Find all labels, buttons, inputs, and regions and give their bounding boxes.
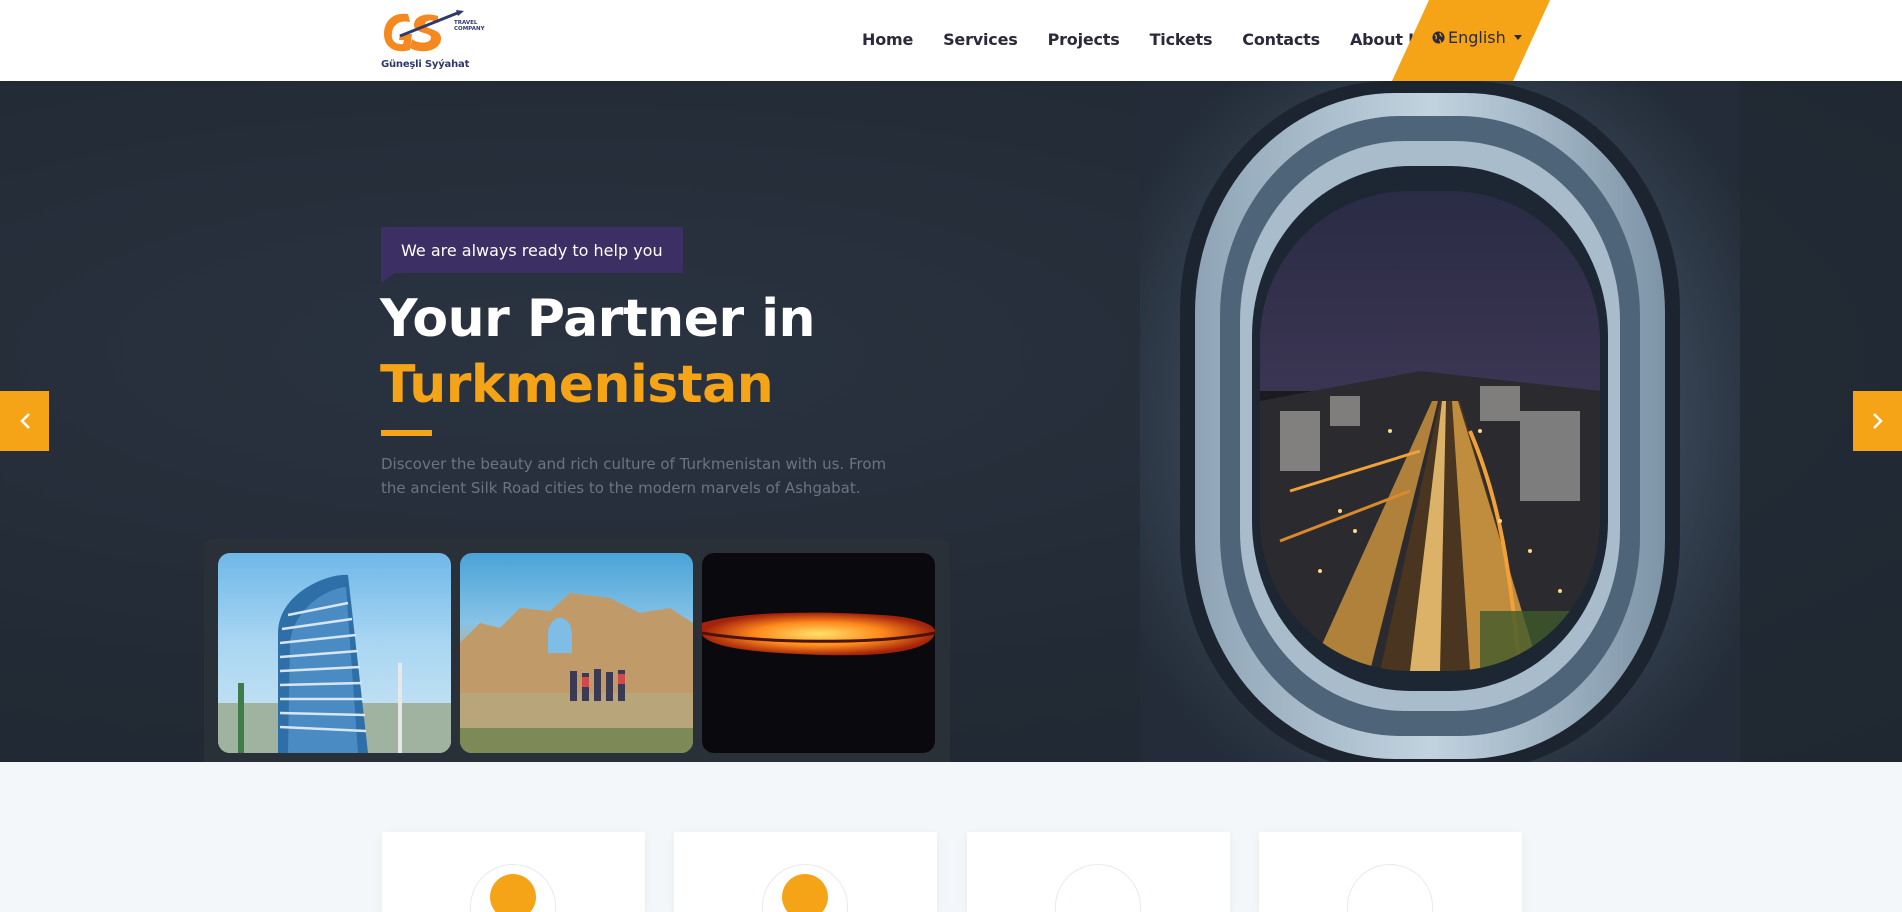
airplane-window-image [1140, 81, 1740, 762]
main-nav: Home Services Projects Tickets Contacts … [862, 0, 1430, 78]
feature-icon [490, 874, 536, 912]
logo-mark-icon [384, 10, 464, 52]
nav-contacts[interactable]: Contacts [1242, 30, 1320, 49]
logo-caption: Güneşli Syýahat [381, 59, 470, 70]
feature-card[interactable] [674, 832, 937, 912]
nav-services[interactable]: Services [943, 30, 1018, 49]
hero-description: Discover the beauty and rich culture of … [381, 455, 887, 497]
language-dropdown-button[interactable]: English [1432, 28, 1522, 47]
chevron-left-icon [19, 413, 30, 429]
globe-icon [1432, 31, 1445, 44]
fortress-image [460, 593, 693, 753]
hero-title-line1: Your Partner in [380, 289, 816, 349]
feature-card[interactable] [382, 832, 645, 912]
feature-icon [1075, 874, 1121, 912]
hero-tag: We are always ready to help you [381, 227, 683, 283]
feature-icon [782, 874, 828, 912]
hero-gallery [204, 539, 950, 762]
title-underline [381, 430, 432, 436]
feature-card[interactable] [1259, 832, 1522, 912]
nav-projects[interactable]: Projects [1048, 30, 1120, 49]
nav-tickets[interactable]: Tickets [1150, 30, 1213, 49]
chevron-right-icon [1872, 413, 1883, 429]
feature-card[interactable] [967, 832, 1230, 912]
company-logo[interactable]: TRAVEL COMPANY Güneşli Syýahat [380, 6, 485, 74]
language-selector[interactable]: English [1392, 0, 1550, 81]
logo-subtitle: TRAVEL COMPANY [454, 20, 485, 32]
hero-slider: We are always ready to help you Your Par… [0, 81, 1902, 762]
tower-image [218, 574, 451, 753]
chevron-down-icon [1513, 35, 1522, 40]
site-header: TRAVEL COMPANY Güneşli Syýahat Home Serv… [0, 0, 1902, 81]
feature-icon [1367, 874, 1413, 912]
slider-next-button[interactable] [1853, 391, 1902, 451]
language-label: English [1448, 28, 1506, 47]
gallery-image-tower[interactable] [218, 553, 451, 753]
hero-title-line2: Turkmenistan [380, 355, 774, 415]
gallery-image-gas-crater[interactable] [702, 553, 935, 753]
slider-prev-button[interactable] [0, 391, 49, 451]
features-section [0, 762, 1902, 912]
hero-title: Your Partner in Turkmenistan [380, 286, 816, 418]
gas-crater-image [702, 612, 935, 656]
nav-home[interactable]: Home [862, 30, 913, 49]
gallery-image-fortress[interactable] [460, 553, 693, 753]
